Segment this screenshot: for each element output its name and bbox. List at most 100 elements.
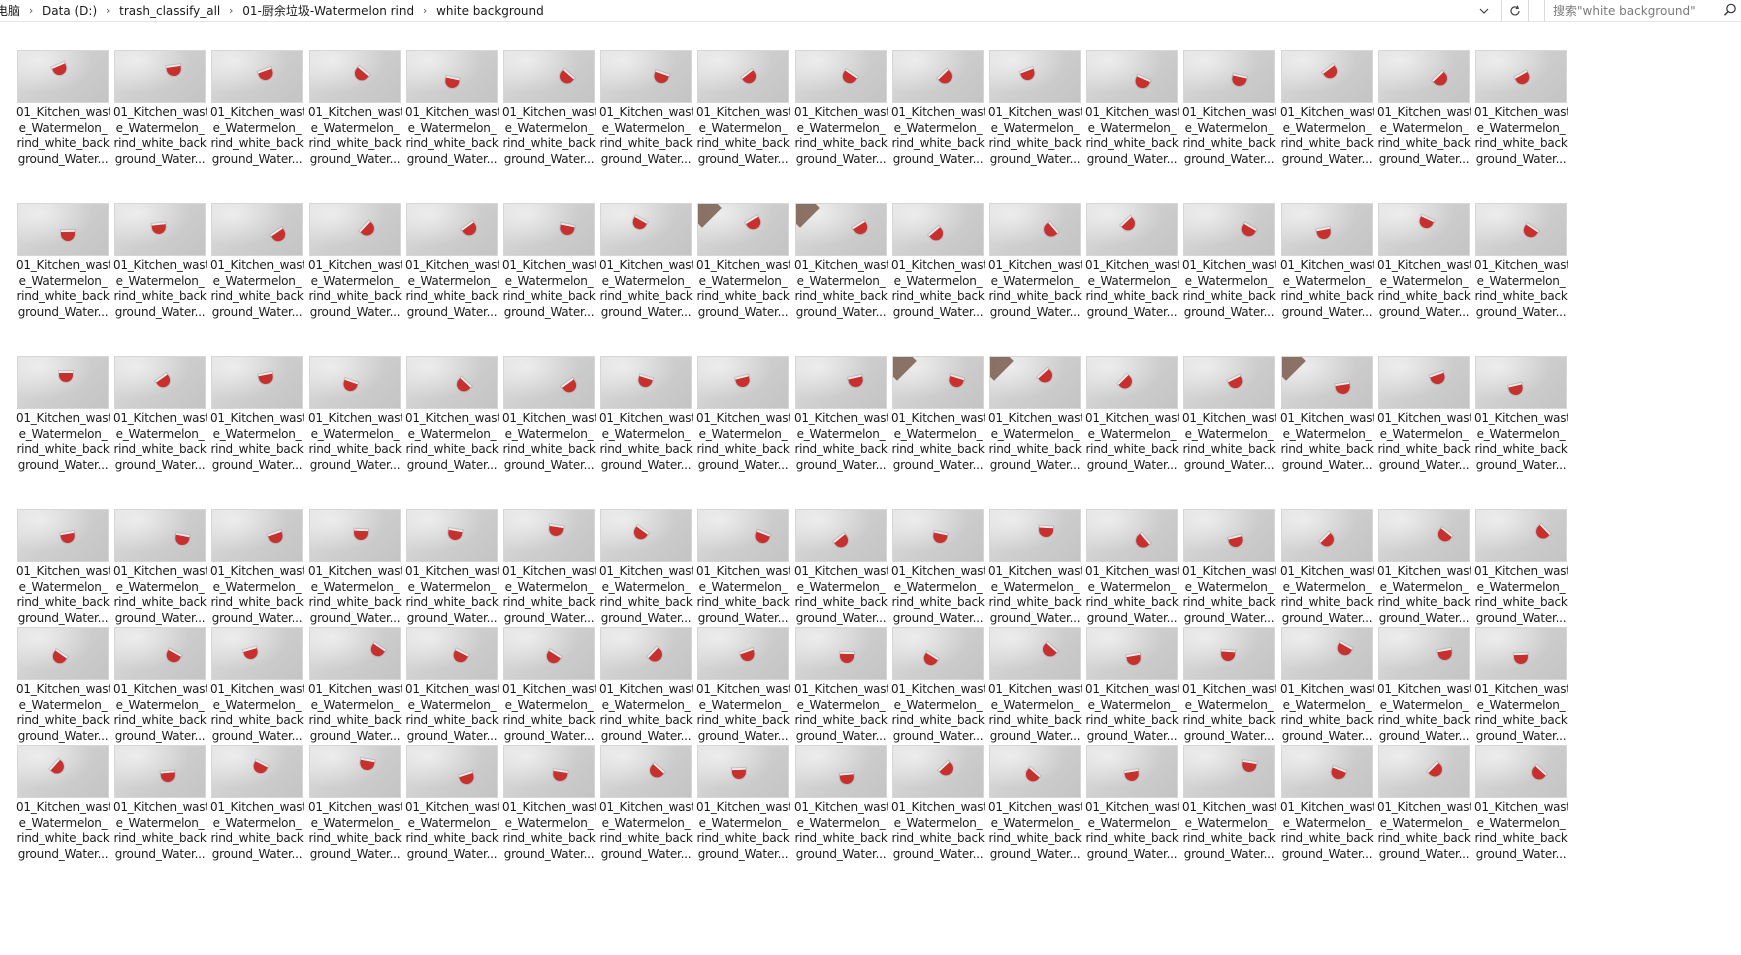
image-thumbnail[interactable] (1282, 51, 1372, 102)
file-item[interactable]: 01_Kitchen_wast e_Watermelon_ rind_white_b… (308, 628, 402, 743)
file-item[interactable]: 01_Kitchen_wast e_Watermelon_ rind_white_b… (113, 204, 207, 319)
image-thumbnail[interactable] (990, 357, 1080, 408)
file-item[interactable]: 01_Kitchen_wast e_Watermelon_ rind_white_b… (1085, 357, 1179, 472)
image-thumbnail[interactable] (601, 510, 691, 561)
breadcrumb-item-current[interactable]: white background (432, 2, 548, 20)
image-thumbnail[interactable] (1476, 357, 1566, 408)
file-item[interactable]: 01_Kitchen_wast e_Watermelon_ rind_white_b… (988, 746, 1082, 861)
file-item[interactable]: 01_Kitchen_wast e_Watermelon_ rind_white_b… (988, 510, 1082, 625)
file-item[interactable]: 01_Kitchen_wast e_Watermelon_ rind_white_b… (405, 204, 499, 319)
image-thumbnail[interactable] (1184, 746, 1274, 797)
file-item[interactable]: 01_Kitchen_wast e_Watermelon_ rind_white_b… (113, 510, 207, 625)
image-thumbnail[interactable] (893, 204, 983, 255)
file-item[interactable]: 01_Kitchen_wast e_Watermelon_ rind_white_b… (308, 204, 402, 319)
image-thumbnail[interactable] (796, 51, 886, 102)
image-thumbnail[interactable] (1476, 204, 1566, 255)
file-item[interactable]: 01_Kitchen_wast e_Watermelon_ rind_white_b… (113, 51, 207, 166)
image-thumbnail[interactable] (310, 357, 400, 408)
image-thumbnail[interactable] (115, 746, 205, 797)
image-thumbnail[interactable] (504, 51, 594, 102)
image-thumbnail[interactable] (1379, 628, 1469, 679)
file-item[interactable]: 01_Kitchen_wast e_Watermelon_ rind_white_b… (210, 510, 304, 625)
image-thumbnail[interactable] (990, 628, 1080, 679)
image-thumbnail[interactable] (1184, 357, 1274, 408)
image-thumbnail[interactable] (115, 204, 205, 255)
refresh-button[interactable] (1501, 0, 1529, 21)
image-thumbnail[interactable] (310, 628, 400, 679)
file-item[interactable]: 01_Kitchen_wast e_Watermelon_ rind_white_b… (794, 51, 888, 166)
search-box[interactable] (1544, 0, 1741, 21)
breadcrumb-item-category[interactable]: 01-厨余垃圾-Watermelon rind (238, 2, 418, 20)
image-thumbnail[interactable] (1184, 51, 1274, 102)
file-item[interactable]: 01_Kitchen_wast e_Watermelon_ rind_white_b… (405, 51, 499, 166)
image-thumbnail[interactable] (1087, 51, 1177, 102)
file-item[interactable]: 01_Kitchen_wast e_Watermelon_ rind_white_b… (696, 746, 790, 861)
file-item[interactable]: 01_Kitchen_wast e_Watermelon_ rind_white_b… (696, 204, 790, 319)
file-item[interactable]: 01_Kitchen_wast e_Watermelon_ rind_white_b… (1280, 51, 1374, 166)
file-item[interactable]: 01_Kitchen_wast e_Watermelon_ rind_white_b… (891, 51, 985, 166)
image-thumbnail[interactable] (407, 746, 497, 797)
image-thumbnail[interactable] (601, 51, 691, 102)
image-thumbnail[interactable] (407, 357, 497, 408)
file-item[interactable]: 01_Kitchen_wast e_Watermelon_ rind_white_b… (502, 357, 596, 472)
image-thumbnail[interactable] (796, 510, 886, 561)
image-thumbnail[interactable] (212, 628, 302, 679)
file-item[interactable]: 01_Kitchen_wast e_Watermelon_ rind_white_b… (696, 51, 790, 166)
file-item[interactable]: 01_Kitchen_wast e_Watermelon_ rind_white_b… (405, 357, 499, 472)
file-item[interactable]: 01_Kitchen_wast e_Watermelon_ rind_white_b… (599, 628, 693, 743)
image-thumbnail[interactable] (504, 204, 594, 255)
file-item[interactable]: 01_Kitchen_wast e_Watermelon_ rind_white_b… (16, 357, 110, 472)
image-thumbnail[interactable] (115, 51, 205, 102)
file-item[interactable]: 01_Kitchen_wast e_Watermelon_ rind_white_b… (405, 510, 499, 625)
file-item[interactable]: 01_Kitchen_wast e_Watermelon_ rind_white_b… (599, 510, 693, 625)
file-item[interactable]: 01_Kitchen_wast e_Watermelon_ rind_white_b… (1085, 51, 1179, 166)
image-thumbnail[interactable] (796, 357, 886, 408)
breadcrumb-item-computer[interactable]: 电脑 (0, 2, 24, 20)
file-item[interactable]: 01_Kitchen_wast e_Watermelon_ rind_white_b… (1280, 204, 1374, 319)
image-thumbnail[interactable] (698, 628, 788, 679)
image-thumbnail[interactable] (18, 51, 108, 102)
image-thumbnail[interactable] (1087, 746, 1177, 797)
image-thumbnail[interactable] (1184, 628, 1274, 679)
file-item[interactable]: 01_Kitchen_wast e_Watermelon_ rind_white_b… (696, 357, 790, 472)
file-item[interactable]: 01_Kitchen_wast e_Watermelon_ rind_white_b… (696, 628, 790, 743)
file-item[interactable]: 01_Kitchen_wast e_Watermelon_ rind_white_b… (1280, 357, 1374, 472)
file-item[interactable]: 01_Kitchen_wast e_Watermelon_ rind_white_b… (502, 510, 596, 625)
file-item[interactable]: 01_Kitchen_wast e_Watermelon_ rind_white_b… (210, 628, 304, 743)
file-item[interactable]: 01_Kitchen_wast e_Watermelon_ rind_white_b… (308, 357, 402, 472)
image-thumbnail[interactable] (1379, 510, 1469, 561)
file-item[interactable]: 01_Kitchen_wast e_Watermelon_ rind_white_b… (1377, 746, 1471, 861)
image-thumbnail[interactable] (990, 746, 1080, 797)
image-thumbnail[interactable] (18, 357, 108, 408)
file-item[interactable]: 01_Kitchen_wast e_Watermelon_ rind_white_b… (1182, 746, 1276, 861)
image-thumbnail[interactable] (1282, 357, 1372, 408)
file-item[interactable]: 01_Kitchen_wast e_Watermelon_ rind_white_b… (16, 51, 110, 166)
file-item[interactable]: 01_Kitchen_wast e_Watermelon_ rind_white_b… (891, 510, 985, 625)
image-thumbnail[interactable] (1379, 357, 1469, 408)
file-item[interactable]: 01_Kitchen_wast e_Watermelon_ rind_white_b… (113, 628, 207, 743)
image-thumbnail[interactable] (990, 204, 1080, 255)
image-thumbnail[interactable] (698, 51, 788, 102)
image-thumbnail[interactable] (115, 510, 205, 561)
image-thumbnail[interactable] (1282, 628, 1372, 679)
image-thumbnail[interactable] (18, 628, 108, 679)
file-item[interactable]: 01_Kitchen_wast e_Watermelon_ rind_white_b… (113, 746, 207, 861)
image-thumbnail[interactable] (893, 746, 983, 797)
image-thumbnail[interactable] (1184, 510, 1274, 561)
file-item[interactable]: 01_Kitchen_wast e_Watermelon_ rind_white_b… (210, 746, 304, 861)
image-thumbnail[interactable] (1476, 51, 1566, 102)
file-item[interactable]: 01_Kitchen_wast e_Watermelon_ rind_white_b… (599, 746, 693, 861)
image-thumbnail[interactable] (1184, 204, 1274, 255)
image-thumbnail[interactable] (18, 204, 108, 255)
chevron-right-icon[interactable]: › (101, 2, 115, 20)
file-item[interactable]: 01_Kitchen_wast e_Watermelon_ rind_white_b… (988, 51, 1082, 166)
file-item[interactable]: 01_Kitchen_wast e_Watermelon_ rind_white_b… (16, 510, 110, 625)
file-item[interactable]: 01_Kitchen_wast e_Watermelon_ rind_white_b… (113, 357, 207, 472)
file-item[interactable]: 01_Kitchen_wast e_Watermelon_ rind_white_b… (16, 746, 110, 861)
image-thumbnail[interactable] (796, 746, 886, 797)
image-thumbnail[interactable] (796, 628, 886, 679)
breadcrumb[interactable]: 电脑 › Data (D:) › trash_classify_all › 01… (0, 0, 1470, 21)
file-item[interactable]: 01_Kitchen_wast e_Watermelon_ rind_white_b… (891, 628, 985, 743)
file-item[interactable]: 01_Kitchen_wast e_Watermelon_ rind_white_b… (1377, 204, 1471, 319)
file-item[interactable]: 01_Kitchen_wast e_Watermelon_ rind_white_b… (502, 746, 596, 861)
